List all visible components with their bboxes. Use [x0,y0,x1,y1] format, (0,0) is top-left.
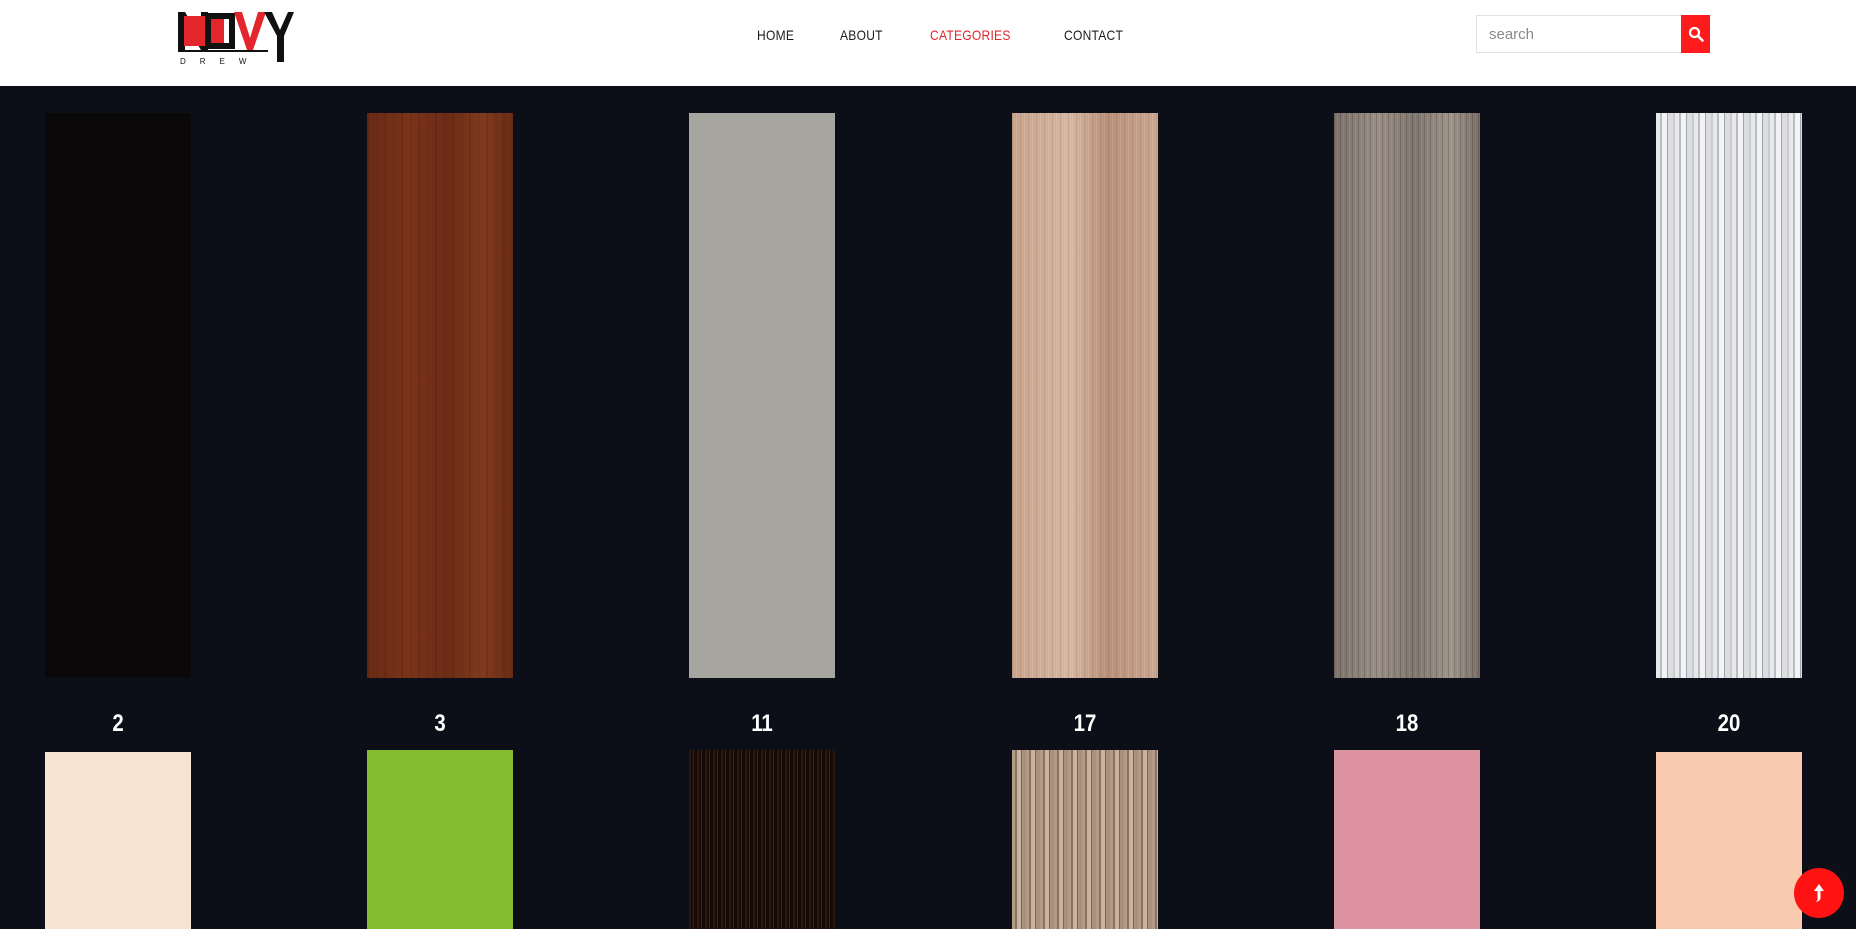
nav-home[interactable]: HOME [757,26,794,44]
swatch-item[interactable] [689,113,835,678]
swatch-label: 18 [1395,710,1419,737]
swatch-item[interactable] [689,750,835,929]
brand-logo[interactable]: DREW [178,12,294,66]
brand-logo-mark: DREW [178,12,294,66]
swatch-item[interactable] [1012,113,1158,678]
swatch-item[interactable] [1334,750,1480,929]
svg-text:DREW: DREW [180,57,260,66]
main-nav: HOME ABOUT CATEGORIES CONTACT [757,26,1172,44]
swatch-label: 3 [434,710,446,737]
swatch-item[interactable] [1656,752,1802,929]
swatch-label: 11 [751,710,773,737]
search-input[interactable] [1476,15,1681,53]
swatch-item[interactable] [45,752,191,929]
swatch-item[interactable] [45,113,191,678]
swatch-item[interactable] [1334,113,1480,678]
swatch-item[interactable] [1012,750,1158,929]
swatch-item[interactable] [367,750,513,929]
search-form [1476,15,1710,53]
swatch-label: 20 [1717,710,1741,737]
search-icon [1688,26,1704,42]
swatch-item[interactable] [1656,113,1802,678]
nav-contact[interactable]: CONTACT [1064,26,1123,44]
swatch-label: 17 [1073,710,1097,737]
search-button[interactable] [1681,15,1710,53]
nav-categories[interactable]: CATEGORIES [930,26,1011,44]
swatch-grid: 2 3 11 17 18 20 [0,86,1856,929]
arrow-up-icon [1814,884,1824,902]
swatch-item[interactable] [367,113,513,678]
swatch-label: 2 [112,710,124,737]
back-to-top-button[interactable] [1794,868,1844,918]
nav-about[interactable]: ABOUT [840,26,883,44]
site-header: DREW HOME ABOUT CATEGORIES CONTACT [0,0,1856,86]
